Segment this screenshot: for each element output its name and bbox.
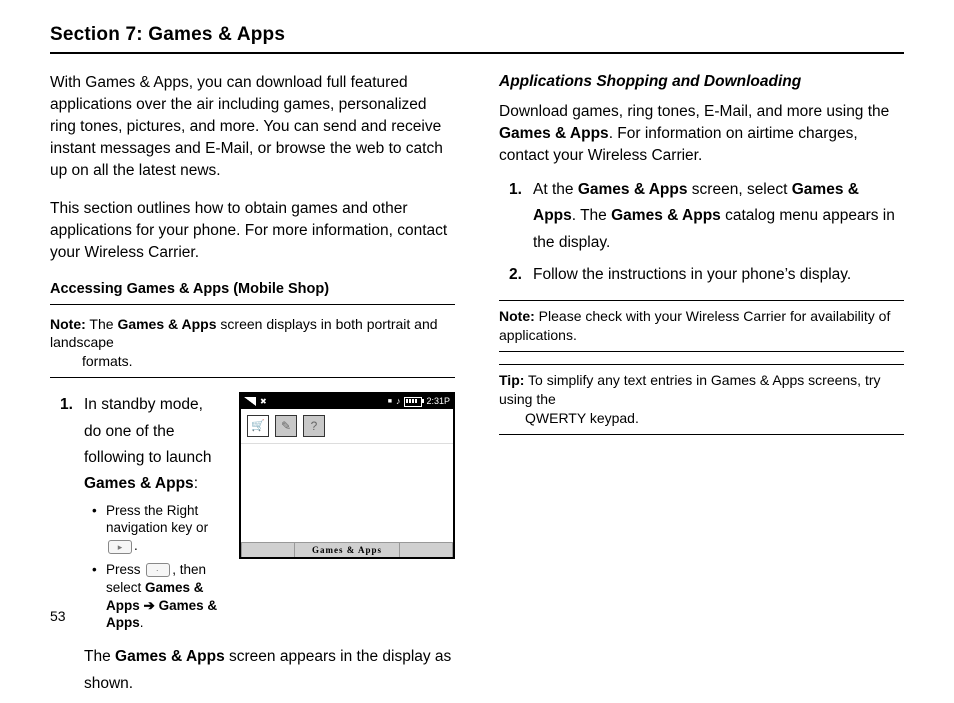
step1-bullets: • Press the Right navigation key or . • [92, 502, 221, 633]
right-nav-key-icon [108, 540, 132, 554]
r-tip-rule-bottom [499, 434, 904, 435]
bullet1-a: Press the Right navigation key or [106, 503, 208, 536]
r-step-num-2: 2. [509, 262, 533, 288]
two-column-layout: With Games & Apps, you can download full… [50, 72, 904, 703]
cart-icon: 🛒 [247, 415, 269, 437]
right-column: Applications Shopping and Downloading Do… [499, 72, 904, 703]
note-rule-bottom [50, 377, 455, 378]
arrow-icon: ➔ [144, 598, 155, 613]
steps-list-left: 1. In standby mode, do one of the follow… [60, 392, 455, 697]
bullet-1: • Press the Right navigation key or . [92, 502, 221, 555]
battery-icon [404, 397, 422, 407]
phone-icon-row: 🛒 ✎ ? [241, 409, 453, 444]
r-note: Note: Please check with your Wireless Ca… [499, 305, 904, 347]
intro-paragraph-1: With Games & Apps, you can download full… [50, 72, 455, 182]
page-number: 53 [50, 608, 66, 624]
subheading-rule [50, 304, 455, 305]
r-tip-rule-top [499, 364, 904, 365]
signal-icon [244, 397, 256, 406]
r-step-1-body: At the Games & Apps screen, select Games… [533, 177, 904, 256]
subheading-accessing: Accessing Games & Apps (Mobile Shop) [50, 280, 455, 300]
steps-list-right: 1. At the Games & Apps screen, select Ga… [509, 177, 904, 288]
r-tip: Tip: To simplify any text entries in Gam… [499, 369, 904, 430]
note-label: Note: [50, 316, 86, 332]
status-rect-icon: ■ [388, 396, 392, 408]
intro-paragraph-2: This section outlines how to obtain game… [50, 198, 455, 264]
step1-strong: Games & Apps [84, 475, 194, 492]
r-tip-b: QWERTY keypad. [525, 409, 904, 428]
step1-text-a: In standby mode, do one of the following… [84, 396, 212, 466]
subheading-applications: Applications Shopping and Downloading [499, 72, 904, 93]
rp-b: Games & Apps [499, 125, 609, 142]
bullet2-a: Press [106, 562, 144, 577]
menu-key-icon [146, 563, 170, 577]
step1-text-c: : [194, 475, 198, 492]
phone-footer: Games & Apps [241, 542, 453, 557]
pencil-icon: ✎ [275, 415, 297, 437]
step-1: 1. In standby mode, do one of the follow… [60, 392, 455, 697]
status-x-icon: ✖ [260, 395, 267, 409]
phone-body [241, 444, 453, 542]
step-1-body: In standby mode, do one of the following… [84, 392, 455, 697]
manual-page: Section 7: Games & Apps With Games & App… [0, 0, 954, 636]
step1-tail-b: Games & Apps [115, 648, 225, 665]
status-time: 2:31P [426, 394, 450, 409]
r-note-text: Please check with your Wireless Carrier … [499, 308, 890, 343]
r-note-rule-top [499, 300, 904, 301]
phone-status-bar: ✖ ■ ♪ 2:31P [241, 394, 453, 409]
status-music-icon: ♪ [396, 394, 401, 409]
r-note-rule-bottom [499, 351, 904, 352]
rp-a: Download games, ring tones, E-Mail, and … [499, 103, 889, 120]
phone-screenshot: ✖ ■ ♪ 2:31P [239, 392, 455, 559]
section-title: Section 7: Games & Apps [50, 24, 904, 46]
r-tip-label: Tip: [499, 372, 524, 388]
step1-tail-a: The [84, 648, 115, 665]
note-formats: Note: The Games & Apps screen displays i… [50, 313, 455, 374]
bullet2-e: . [140, 615, 144, 630]
r-step-1: 1. At the Games & Apps screen, select Ga… [509, 177, 904, 256]
bullet1-b: . [134, 538, 138, 553]
phone-footer-label: Games & Apps [295, 543, 399, 557]
r-tip-a: To simplify any text entries in Games & … [499, 372, 881, 407]
question-icon: ? [303, 415, 325, 437]
r-step-2-body: Follow the instructions in your phone’s … [533, 262, 904, 288]
r-step-2: 2. Follow the instructions in your phone… [509, 262, 904, 288]
r-note-label: Note: [499, 308, 535, 324]
note-text: The Games & Apps screen displays in both… [50, 316, 455, 372]
left-column: With Games & Apps, you can download full… [50, 72, 455, 703]
right-p1: Download games, ring tones, E-Mail, and … [499, 101, 904, 167]
bullet-2: • Press , then select Games & Apps ➔ Gam… [92, 561, 221, 632]
step-number-1: 1. [60, 392, 84, 697]
title-rule [50, 52, 904, 54]
r-step-num-1: 1. [509, 177, 533, 256]
